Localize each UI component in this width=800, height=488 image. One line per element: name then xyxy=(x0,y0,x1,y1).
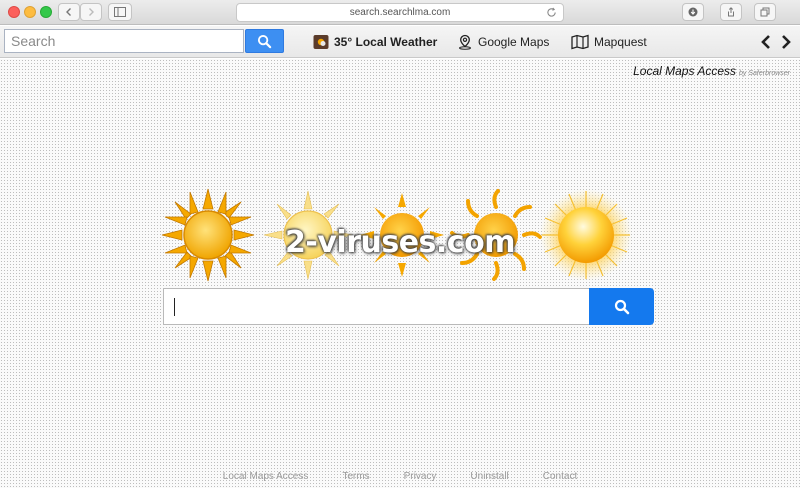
zoom-window-button[interactable] xyxy=(40,6,52,18)
sun-illustrations xyxy=(160,187,632,283)
footer-link-privacy[interactable]: Privacy xyxy=(404,471,437,482)
chevron-left-icon[interactable] xyxy=(759,34,773,50)
toolbar-search-button[interactable] xyxy=(245,29,284,53)
weather-label: Local Weather xyxy=(355,35,438,49)
search-icon xyxy=(257,34,272,48)
google-maps-link[interactable]: Google Maps xyxy=(457,32,549,52)
sun-jagged-icon xyxy=(161,188,255,282)
sun-glow-icon xyxy=(540,189,632,281)
reload-icon[interactable] xyxy=(546,7,557,18)
tabs-button[interactable] xyxy=(754,3,776,21)
footer-link-terms[interactable]: Terms xyxy=(342,471,369,482)
tabs-icon xyxy=(760,7,770,17)
download-button[interactable] xyxy=(682,3,704,21)
mapquest-link[interactable]: Mapquest xyxy=(571,32,647,52)
extension-toolbar: 35° Local Weather Google Maps Mapquest xyxy=(0,26,800,58)
sun-pale-icon xyxy=(263,190,353,280)
text-caret xyxy=(174,298,175,316)
weather-icon xyxy=(313,35,329,49)
forward-button[interactable] xyxy=(80,3,102,21)
minimize-window-button[interactable] xyxy=(24,6,36,18)
weather-temp: 35° xyxy=(334,35,353,49)
sun-swirl-icon xyxy=(450,189,542,281)
main-search-input[interactable] xyxy=(163,288,590,325)
forward-icon xyxy=(89,8,94,16)
mapquest-label: Mapquest xyxy=(594,35,647,49)
brand-byline: by Saferbrowser xyxy=(739,70,790,77)
close-window-button[interactable] xyxy=(8,6,20,18)
search-icon xyxy=(614,299,629,314)
brand-title[interactable]: Local Maps Access by Saferbrowser xyxy=(633,64,790,78)
local-weather-link[interactable]: 35° Local Weather xyxy=(313,32,437,52)
map-icon xyxy=(571,34,589,50)
sidebar-button[interactable] xyxy=(108,3,132,21)
browser-titlebar: search.searchlma.com xyxy=(0,0,800,25)
url-text: search.searchlma.com xyxy=(349,7,451,18)
page-content: Local Maps Access by Saferbrowser 2-viru… xyxy=(0,59,800,488)
footer-link-uninstall[interactable]: Uninstall xyxy=(470,471,508,482)
map-pin-icon xyxy=(459,34,471,50)
footer-link-local-maps-access[interactable]: Local Maps Access xyxy=(223,471,309,482)
footer-links: Local Maps Access Terms Privacy Uninstal… xyxy=(0,465,800,488)
sun-rayed-icon xyxy=(360,193,444,277)
google-maps-label: Google Maps xyxy=(478,35,550,49)
toolbar-search-input[interactable] xyxy=(4,29,244,53)
chevron-right-icon[interactable] xyxy=(779,34,793,50)
address-bar[interactable]: search.searchlma.com xyxy=(236,3,564,22)
share-button[interactable] xyxy=(720,3,742,21)
brand-name: Local Maps Access xyxy=(633,64,737,78)
sidebar-icon xyxy=(114,7,126,17)
main-search-button[interactable] xyxy=(589,288,654,325)
back-icon xyxy=(66,8,71,16)
share-icon xyxy=(728,7,734,17)
download-icon xyxy=(688,7,698,17)
footer-link-contact[interactable]: Contact xyxy=(543,471,577,482)
back-button[interactable] xyxy=(58,3,80,21)
